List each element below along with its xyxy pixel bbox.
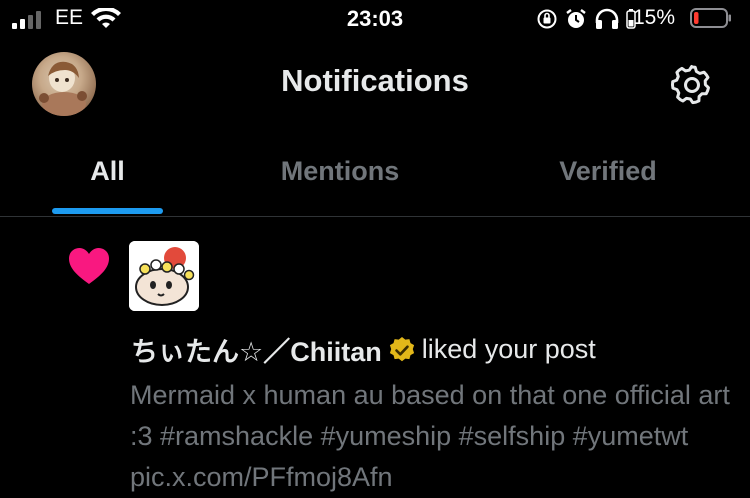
active-tab-indicator (52, 208, 163, 214)
battery-percentage: 15% (633, 6, 676, 29)
tab-label: Mentions (280, 156, 400, 186)
status-bar: EE 23:03 15% (0, 0, 750, 40)
page-title: Notifications (281, 63, 469, 98)
gear-icon[interactable] (670, 63, 714, 107)
status-icons (536, 7, 636, 31)
notification-tabs: All Mentions Verified (0, 140, 750, 217)
notification-action-text: liked your post (421, 334, 596, 364)
verified-badge-icon (389, 336, 414, 361)
tab-all[interactable]: All (52, 156, 163, 187)
liker-avatar[interactable] (129, 241, 199, 311)
alarm-icon (566, 9, 586, 28)
tab-verified[interactable]: Verified (530, 156, 686, 187)
battery-icon (690, 8, 731, 28)
tab-label: All (90, 156, 125, 186)
notification-headline: ちぃたん☆／Chiitan liked your post (131, 330, 596, 369)
post-preview-text[interactable]: Mermaid x human au based on that one off… (130, 375, 730, 498)
headphones-icon (595, 8, 619, 29)
tab-label: Verified (559, 156, 657, 186)
tab-mentions[interactable]: Mentions (250, 156, 430, 187)
liker-name[interactable]: ちぃたん☆／Chiitan (131, 330, 382, 369)
heart-icon (69, 248, 109, 284)
rotation-lock-icon (537, 9, 557, 29)
liker-avatar-art (129, 241, 199, 311)
